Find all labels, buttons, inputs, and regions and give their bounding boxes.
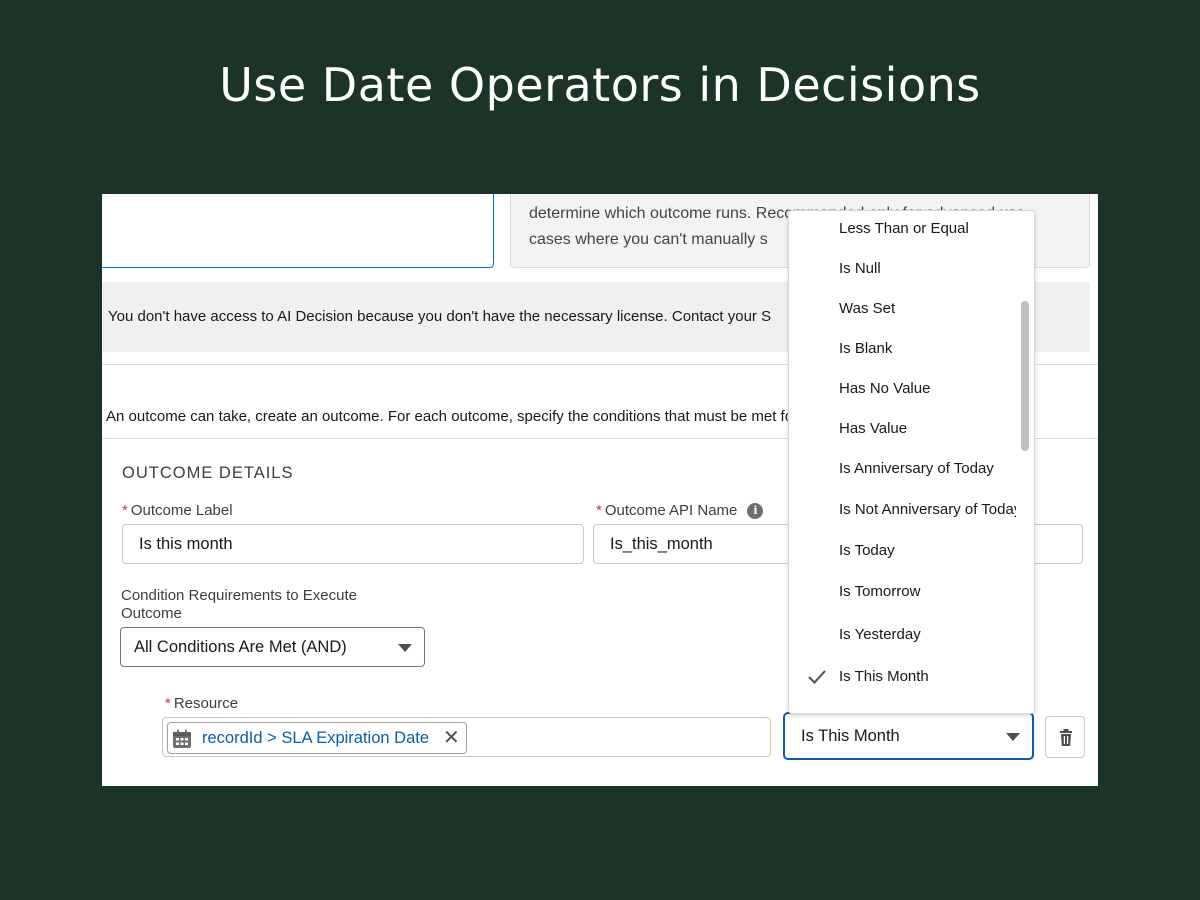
dropdown-option-label: Is Tomorrow [839,583,921,600]
dropdown-scrollbar[interactable] [1016,211,1034,713]
outcome-label-label: * Outcome Label [122,502,233,519]
dropdown-option-label: Is Not Anniversary of Today [839,501,1022,518]
dropdown-option-label: Was Set [839,300,896,317]
operator-select[interactable]: Is This Month [783,712,1034,760]
dropdown-option[interactable]: Is This Month [789,663,1014,691]
required-mark: * [596,502,602,519]
scrollbar-thumb[interactable] [1021,301,1029,451]
outcome-label-input[interactable]: Is this month [122,524,584,564]
dropdown-option-label: Is Null [839,260,881,277]
dropdown-option-label: Is This Month [839,668,929,685]
resource-label: * Resource [165,695,238,712]
dropdown-option-label: Less Than or Equal [839,220,969,237]
dropdown-option[interactable]: Is Yesterday [789,621,1014,649]
operator-select-value: Is This Month [801,727,900,745]
check-icon [808,670,826,684]
dropdown-option[interactable]: Is Today [789,537,1014,565]
condition-requirements-label: Condition Requirements to Execute Outcom… [121,587,357,623]
outcome-label-text: Outcome Label [130,502,233,519]
condition-requirements-value: All Conditions Are Met (AND) [134,638,347,656]
required-mark: * [122,502,128,519]
headline: Use Date Operators in Decisions [219,58,981,112]
dropdown-option-label: Has No Value [839,380,931,397]
condition-requirements-select[interactable]: All Conditions Are Met (AND) [120,627,425,667]
operator-dropdown-list: Less Than or Equal Is Null Was Set Is Blank… [788,210,1035,714]
trash-icon [1060,729,1072,746]
dropdown-option[interactable]: Has No Value [789,375,1014,403]
info-icon[interactable]: i [747,503,764,519]
resource-pill-label: recordId > SLA Expiration Date [202,729,430,747]
dropdown-option[interactable]: Is Anniversary of Today [789,455,1014,483]
dropdown-option-label: Has Value [839,420,908,437]
dropdown-option[interactable]: Is Not Anniversary of Today [789,496,1021,524]
intro-text: An outcome can take, create an outcome. … [106,408,794,425]
dropdown-option-label: Is Anniversary of Today [839,460,994,477]
outcome-api-name-text: Outcome API Name [604,502,738,519]
dropdown-option-label: Is Blank [839,340,893,357]
dropdown-option[interactable]: Is Tomorrow [789,578,1014,606]
chevron-down-icon [1006,733,1020,741]
condition-requirements-label-line-1: Condition Requirements to Execute [121,587,357,604]
section-title-outcome-details: OUTCOME DETAILS [122,464,294,482]
flow-builder-screenshot: determine which outcome runs. Recommende… [102,194,1098,786]
resource-lookup-input[interactable]: recordId > SLA Expiration Date ✕ [162,717,771,757]
dropdown-option[interactable]: Less Than or Equal [789,215,1014,243]
dropdown-option[interactable]: Is Null [789,255,1014,283]
outcome-api-name-label: * Outcome API Name i [596,502,764,519]
dropdown-option[interactable]: Was Set [789,295,1014,323]
required-mark: * [165,695,171,712]
dropdown-option[interactable]: Is Blank [789,335,1014,363]
chevron-down-icon [398,644,412,652]
delete-condition-button[interactable] [1045,716,1085,758]
description-textarea[interactable] [102,194,494,268]
close-icon[interactable]: ✕ [443,723,460,753]
resource-label-text: Resource [173,695,239,712]
condition-requirements-label-line-2: Outcome [121,605,182,622]
resource-pill[interactable]: recordId > SLA Expiration Date ✕ [167,722,467,754]
calendar-icon [173,729,191,748]
dropdown-option-label: Is Yesterday [839,626,921,643]
dropdown-option-label: Is Today [839,542,895,559]
dropdown-option[interactable]: Has Value [789,415,1014,443]
